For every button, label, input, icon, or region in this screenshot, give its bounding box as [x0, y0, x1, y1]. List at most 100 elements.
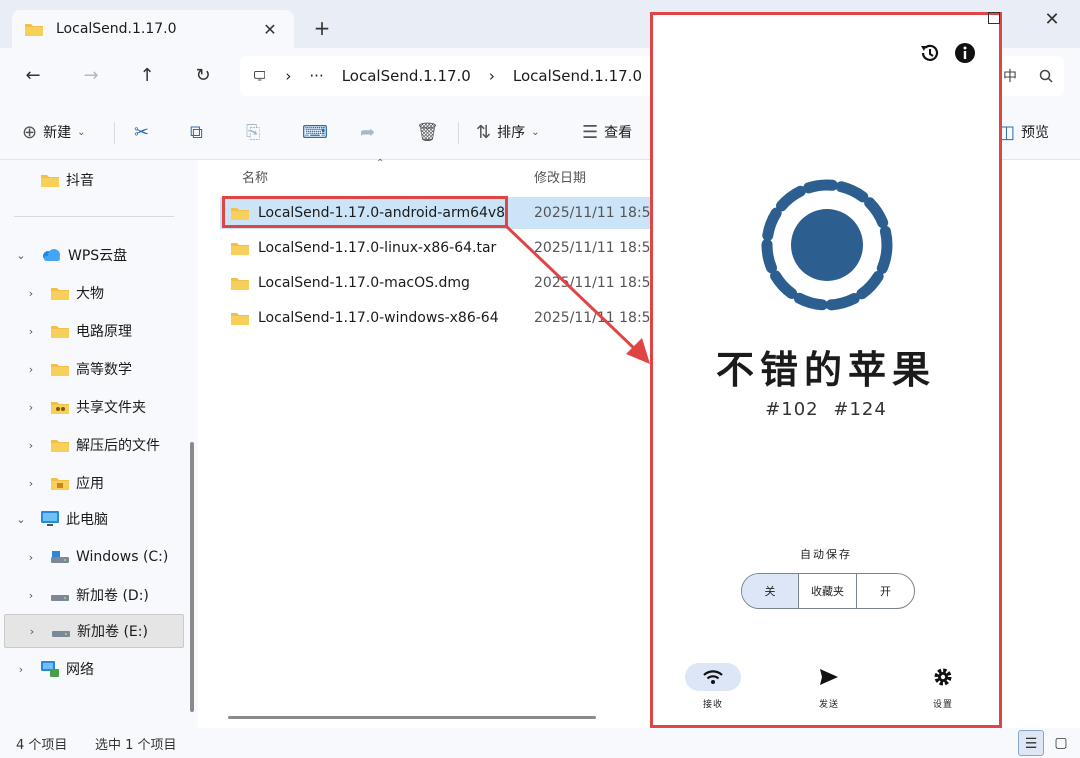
- preview-button[interactable]: ◫ 预览: [998, 118, 1049, 146]
- chevron-right-icon[interactable]: ›: [24, 589, 38, 602]
- sort-icon: ⇅: [476, 121, 492, 143]
- nav-send[interactable]: 发送: [799, 663, 859, 713]
- breadcrumb-more[interactable]: ···: [309, 67, 323, 85]
- nav-receive[interactable]: 接收: [683, 663, 743, 713]
- drive-icon: [52, 631, 70, 637]
- sidebar-item-network[interactable]: › 网络: [0, 652, 190, 686]
- folder-icon: [51, 326, 69, 338]
- monitor-icon: [254, 70, 266, 81]
- folder-icon: [51, 440, 69, 452]
- new-tab-button[interactable]: +: [308, 14, 336, 42]
- up-arrow-icon[interactable]: ↑: [132, 62, 162, 90]
- chevron-right-icon[interactable]: ›: [24, 363, 38, 376]
- column-modified-header[interactable]: 修改日期: [534, 167, 586, 186]
- chevron-right-icon[interactable]: ›: [25, 625, 39, 638]
- selection-count: 选中 1 个项目: [95, 738, 177, 753]
- chevron-down-icon: ⌄: [531, 126, 540, 138]
- status-bar: 4 个项目 选中 1 个项目 ☰ ▢: [0, 728, 1080, 758]
- sidebar-item-this-pc[interactable]: ⌄ 此电脑: [0, 502, 190, 536]
- autosave-label: 自动保存: [800, 548, 852, 561]
- tab-title: LocalSend.1.17.0: [56, 21, 177, 37]
- breadcrumb-segment[interactable]: LocalSend.1.17.0: [342, 67, 471, 85]
- pc-icon: [41, 511, 59, 526]
- chevron-down-icon[interactable]: ⌄: [14, 249, 28, 262]
- new-button[interactable]: ⊕ 新建 ⌄: [22, 118, 85, 146]
- new-label: 新建: [43, 125, 72, 141]
- sidebar-item-drive-e[interactable]: › 新加卷 (E:): [4, 614, 184, 648]
- breadcrumb-separator-icon: ›: [488, 67, 495, 85]
- sidebar-item-apps[interactable]: › 应用: [0, 466, 190, 500]
- search-box[interactable]: 中: [992, 56, 1064, 96]
- history-icon[interactable]: [918, 41, 942, 65]
- sort-ascending-icon: ⌃: [376, 158, 385, 169]
- sidebar-item-dawu[interactable]: › 大物: [0, 276, 190, 310]
- address-bar[interactable]: › ··· LocalSend.1.17.0 › LocalSend.1.17.…: [240, 56, 660, 96]
- folder-icon: [41, 175, 59, 187]
- tab-close-icon[interactable]: ✕: [258, 20, 282, 39]
- view-button[interactable]: ☰ 查看: [582, 118, 632, 146]
- refresh-icon[interactable]: ↻: [188, 62, 218, 90]
- chevron-right-icon[interactable]: ›: [14, 663, 28, 676]
- chevron-right-icon[interactable]: ›: [24, 325, 38, 338]
- sidebar-item-shared[interactable]: › 共享文件夹: [0, 390, 190, 424]
- autosave-option-on[interactable]: 开: [857, 574, 914, 608]
- folder-icon: [51, 288, 69, 300]
- info-icon[interactable]: [953, 41, 977, 65]
- folder-icon: [25, 24, 43, 36]
- autosave-option-off[interactable]: 关: [742, 574, 799, 608]
- preview-label: 预览: [1021, 125, 1050, 141]
- tiles-view-icon[interactable]: ▢: [1048, 730, 1074, 756]
- sidebar-item-math[interactable]: › 高等数学: [0, 352, 190, 386]
- localsend-window: 不错的苹果 #102 #124 自动保存 关 收藏夹 开 接收 发送 设置: [650, 12, 1002, 728]
- sidebar-item-circuits[interactable]: › 电路原理: [0, 314, 190, 348]
- chevron-right-icon[interactable]: ›: [24, 477, 38, 490]
- rename-icon: ⌨: [302, 121, 328, 143]
- drive-icon: [51, 595, 69, 601]
- nav-receive-label: 接收: [702, 700, 723, 710]
- rename-button[interactable]: ⌨: [302, 118, 334, 146]
- delete-button[interactable]: 🗑: [416, 118, 445, 146]
- maximize-icon[interactable]: [988, 12, 1000, 24]
- sidebar-item-drive-c[interactable]: › Windows (C:): [0, 540, 190, 574]
- plus-circle-icon: ⊕: [22, 121, 38, 143]
- localsend-logo-icon: [761, 179, 893, 311]
- share-button[interactable]: ➦: [360, 118, 381, 146]
- nav-settings[interactable]: 设置: [913, 663, 973, 713]
- device-tags: #102 #124: [653, 399, 999, 420]
- horizontal-scrollbar[interactable]: [228, 716, 596, 719]
- chevron-right-icon[interactable]: ›: [24, 551, 38, 564]
- sidebar-scrollbar[interactable]: [190, 442, 194, 712]
- sidebar-item-extracted[interactable]: › 解压后的文件: [0, 428, 190, 462]
- chevron-right-icon[interactable]: ›: [24, 401, 38, 414]
- window-close-button[interactable]: ✕: [1038, 6, 1066, 34]
- folder-icon: [51, 364, 69, 376]
- column-name-header[interactable]: 名称: [242, 167, 268, 186]
- sidebar-item-douyin[interactable]: 抖音: [0, 163, 190, 197]
- autosave-option-favorites[interactable]: 收藏夹: [799, 574, 857, 608]
- autosave-selector: 关 收藏夹 开: [741, 573, 915, 609]
- chevron-right-icon[interactable]: ›: [24, 439, 38, 452]
- breadcrumb-segment[interactable]: LocalSend.1.17.0: [513, 67, 642, 85]
- details-view-icon[interactable]: ☰: [1018, 730, 1044, 756]
- sort-label: 排序: [497, 125, 526, 141]
- chevron-down-icon: ⌄: [77, 126, 86, 138]
- nav-settings-pill: [915, 663, 971, 691]
- sort-button[interactable]: ⇅ 排序 ⌄: [476, 118, 539, 146]
- sidebar-item-wps-cloud[interactable]: ⌄ WPS云盘: [0, 238, 190, 272]
- nav-send-pill: [801, 663, 857, 691]
- breadcrumb-separator-icon: ›: [285, 67, 292, 85]
- back-arrow-icon[interactable]: ←: [18, 62, 48, 90]
- folder-icon: [231, 278, 249, 290]
- shared-folder-icon: [51, 402, 69, 414]
- cut-button[interactable]: ✂: [134, 118, 155, 146]
- navigation-pane: 抖音 ⌄ WPS云盘 › 大物 › 电路原理 › 高等数学 › 共享文件夹 › …: [0, 160, 198, 728]
- forward-arrow-icon[interactable]: →: [76, 62, 106, 90]
- sidebar-item-drive-d[interactable]: › 新加卷 (D:): [0, 578, 190, 612]
- chevron-down-icon[interactable]: ⌄: [14, 513, 28, 526]
- chevron-right-icon[interactable]: ›: [24, 287, 38, 300]
- explorer-tab[interactable]: LocalSend.1.17.0 ✕: [12, 10, 294, 48]
- paste-button[interactable]: ⎘: [246, 118, 266, 146]
- device-tag: #124: [833, 399, 887, 420]
- copy-icon: ⧉: [190, 121, 203, 143]
- copy-button[interactable]: ⧉: [190, 118, 209, 146]
